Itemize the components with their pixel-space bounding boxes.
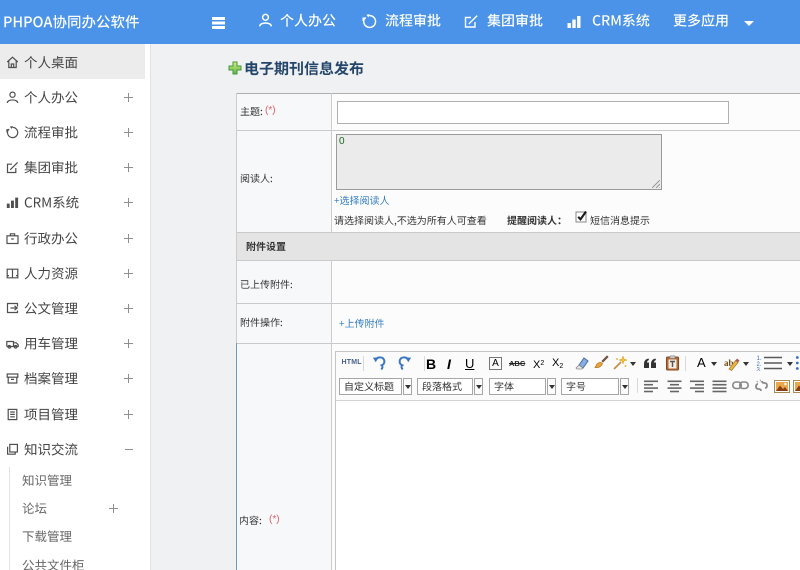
svg-text:3.: 3. <box>757 368 762 372</box>
